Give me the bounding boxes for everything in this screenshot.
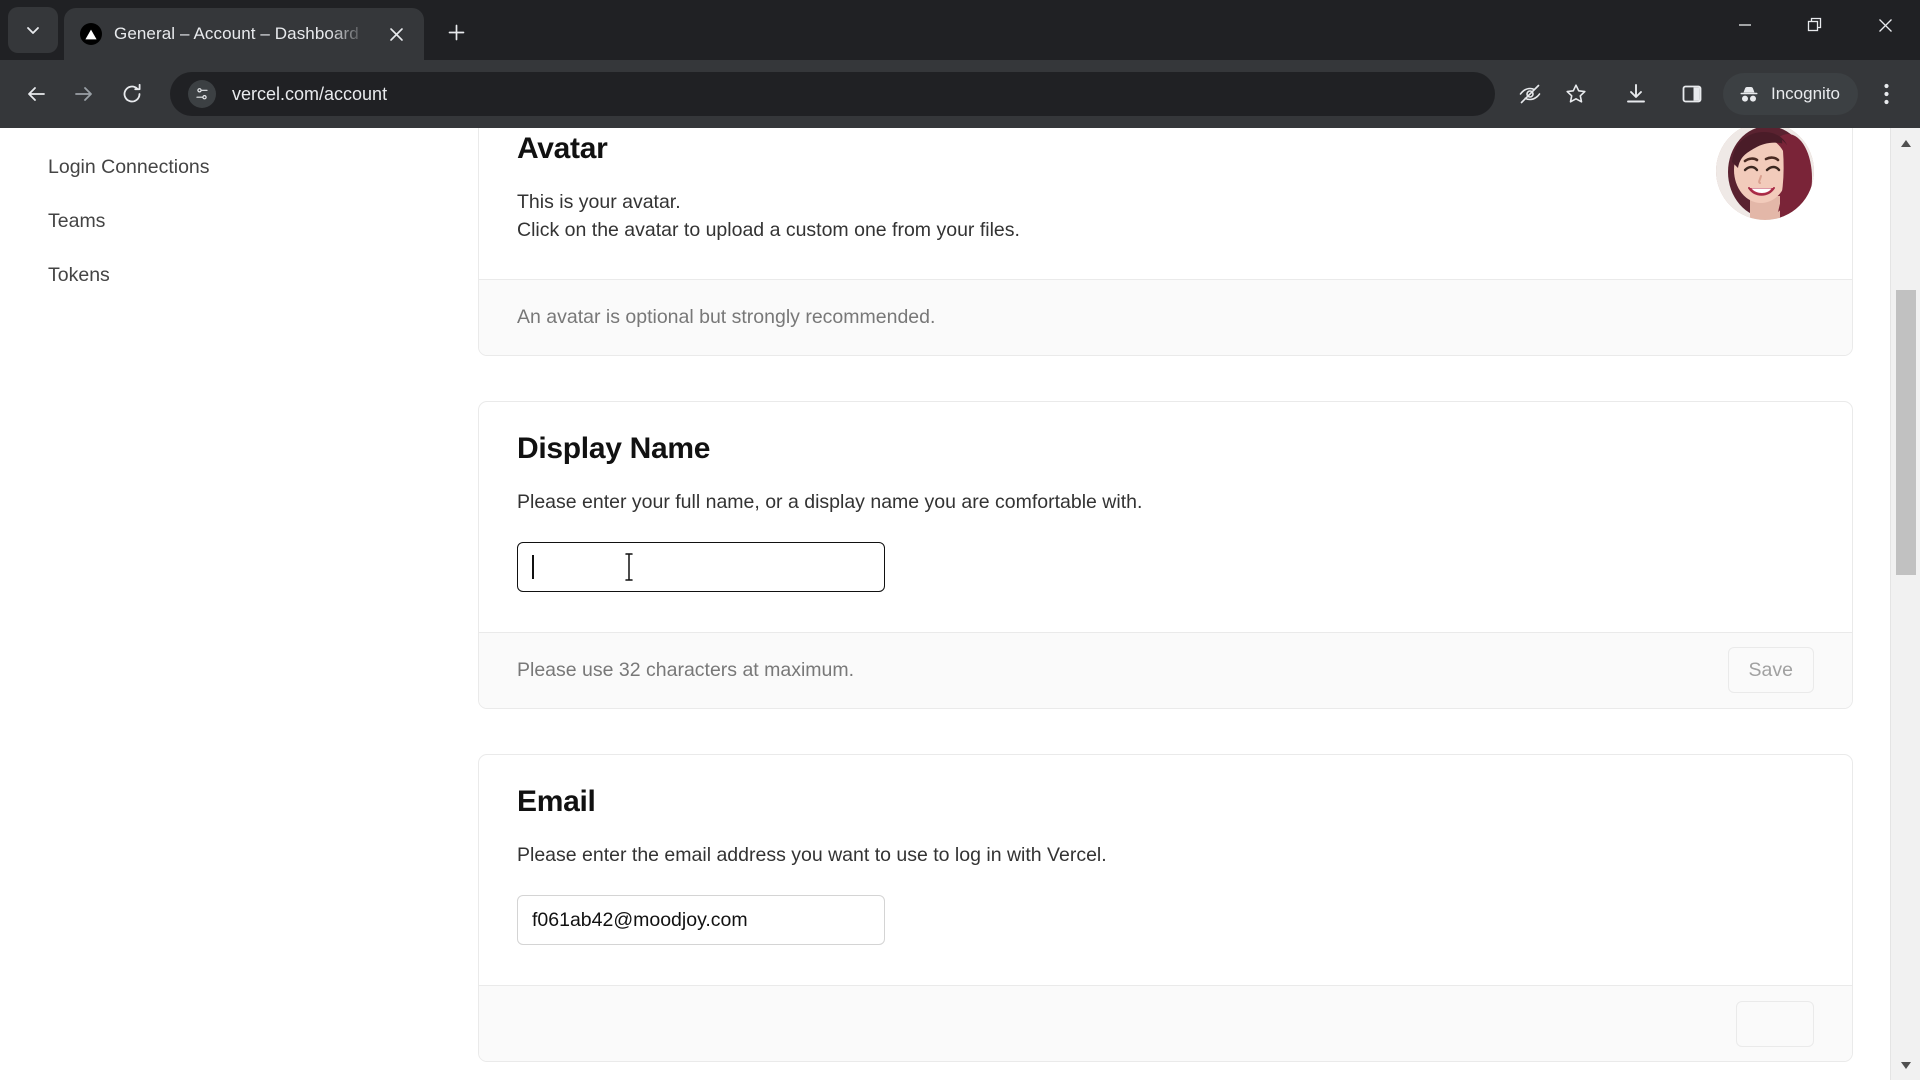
download-icon[interactable]	[1615, 73, 1657, 115]
reload-button[interactable]	[110, 72, 154, 116]
display-name-input[interactable]	[517, 541, 885, 592]
sidebar-item-teams[interactable]: Teams	[0, 194, 478, 248]
incognito-hat-icon	[1737, 84, 1761, 104]
star-icon[interactable]	[1555, 73, 1597, 115]
page-scrollbar[interactable]	[1890, 128, 1920, 1080]
settings-sidebar: Login Connections Teams Tokens	[0, 128, 478, 302]
tab-search-chevron-icon	[25, 22, 41, 38]
email-input-value: f061ab42@moodjoy.com	[532, 908, 748, 931]
display-name-card-body: Display Name Please enter your full name…	[479, 402, 1852, 632]
display-name-card: Display Name Please enter your full name…	[478, 400, 1853, 709]
sidebar-item-label: Teams	[48, 209, 106, 232]
browser-toolbar: vercel.com/account Incognito	[0, 60, 1920, 128]
avatar-card-title: Avatar	[517, 132, 608, 165]
avatar-card-description-line-1: This is your avatar.	[517, 191, 681, 213]
url-text: vercel.com/account	[232, 83, 388, 104]
avatar-card: Avatar This is your avatar. Click on the…	[478, 128, 1853, 356]
display-name-card-description: Please enter your full name, or a displa…	[517, 490, 1143, 513]
incognito-label: Incognito	[1771, 84, 1840, 103]
display-name-card-footer: Please use 32 characters at maximum. Sav…	[479, 631, 1852, 708]
email-card-description: Please enter the email address you want …	[517, 843, 1107, 866]
email-card-title: Email	[517, 784, 596, 818]
email-card-body: Email Please enter the email address you…	[479, 755, 1852, 985]
eye-slash-icon[interactable]	[1509, 73, 1551, 115]
sidebar-item-label: Tokens	[48, 263, 110, 286]
avatar-card-description-line-2: Click on the avatar to upload a custom o…	[517, 219, 1020, 242]
tab-search-button[interactable]	[8, 7, 58, 53]
three-dots-menu-icon[interactable]	[1866, 73, 1906, 115]
text-caret	[532, 554, 534, 579]
address-bar[interactable]: vercel.com/account	[170, 72, 1495, 116]
new-tab-button[interactable]	[438, 14, 474, 50]
vercel-triangle-icon	[80, 23, 102, 45]
save-button[interactable]: Save	[1727, 647, 1814, 694]
reload-icon	[123, 83, 141, 103]
scroll-down-arrow-icon[interactable]	[1891, 1050, 1920, 1080]
tab-strip: General – Account – Dashboard	[0, 0, 1920, 60]
email-card: Email Please enter the email address you…	[478, 753, 1853, 1063]
avatar-card-footer: An avatar is optional but strongly recom…	[479, 278, 1852, 355]
browser-tab[interactable]: General – Account – Dashboard	[64, 8, 424, 60]
incognito-indicator[interactable]: Incognito	[1723, 73, 1858, 115]
sidebar-item-label: Login Connections	[48, 155, 210, 178]
email-card-footer	[479, 985, 1852, 1062]
window-controls	[1710, 0, 1920, 50]
back-button[interactable]	[14, 72, 58, 116]
email-save-button[interactable]	[1736, 1000, 1814, 1047]
forward-arrow-icon	[75, 87, 92, 101]
minimize-button[interactable]	[1710, 0, 1780, 50]
email-input[interactable]: f061ab42@moodjoy.com	[517, 895, 885, 946]
side-panel-icon[interactable]	[1671, 73, 1713, 115]
sidebar-item-tokens[interactable]: Tokens	[0, 248, 478, 302]
page-content: Login Connections Teams Tokens Avatar Th…	[0, 128, 1890, 1080]
close-window-button[interactable]	[1850, 0, 1920, 50]
plus-icon	[448, 24, 464, 40]
maximize-restore-button[interactable]	[1780, 0, 1850, 50]
forward-button[interactable]	[62, 72, 106, 116]
site-settings-icon[interactable]	[188, 80, 216, 108]
page-viewport: Login Connections Teams Tokens Avatar Th…	[0, 128, 1920, 1080]
sidebar-item-login-connections[interactable]: Login Connections	[0, 140, 478, 194]
display-name-card-title: Display Name	[517, 431, 711, 465]
mouse-ibeam-cursor	[623, 552, 635, 588]
settings-main-column: Avatar This is your avatar. Click on the…	[478, 128, 1853, 1080]
scrollbar-thumb[interactable]	[1896, 290, 1916, 575]
avatar-card-body: Avatar This is your avatar. Click on the…	[479, 128, 1852, 279]
display-name-footer-hint: Please use 32 characters at maximum.	[517, 658, 855, 681]
avatar-card-footer-hint: An avatar is optional but strongly recom…	[517, 305, 936, 328]
browser-window: General – Account – Dashboard vercel.com…	[0, 0, 1920, 1080]
scroll-up-arrow-icon[interactable]	[1891, 128, 1920, 158]
close-icon[interactable]	[382, 20, 410, 48]
back-arrow-icon	[28, 87, 45, 101]
tab-title: General – Account – Dashboard	[114, 24, 359, 43]
